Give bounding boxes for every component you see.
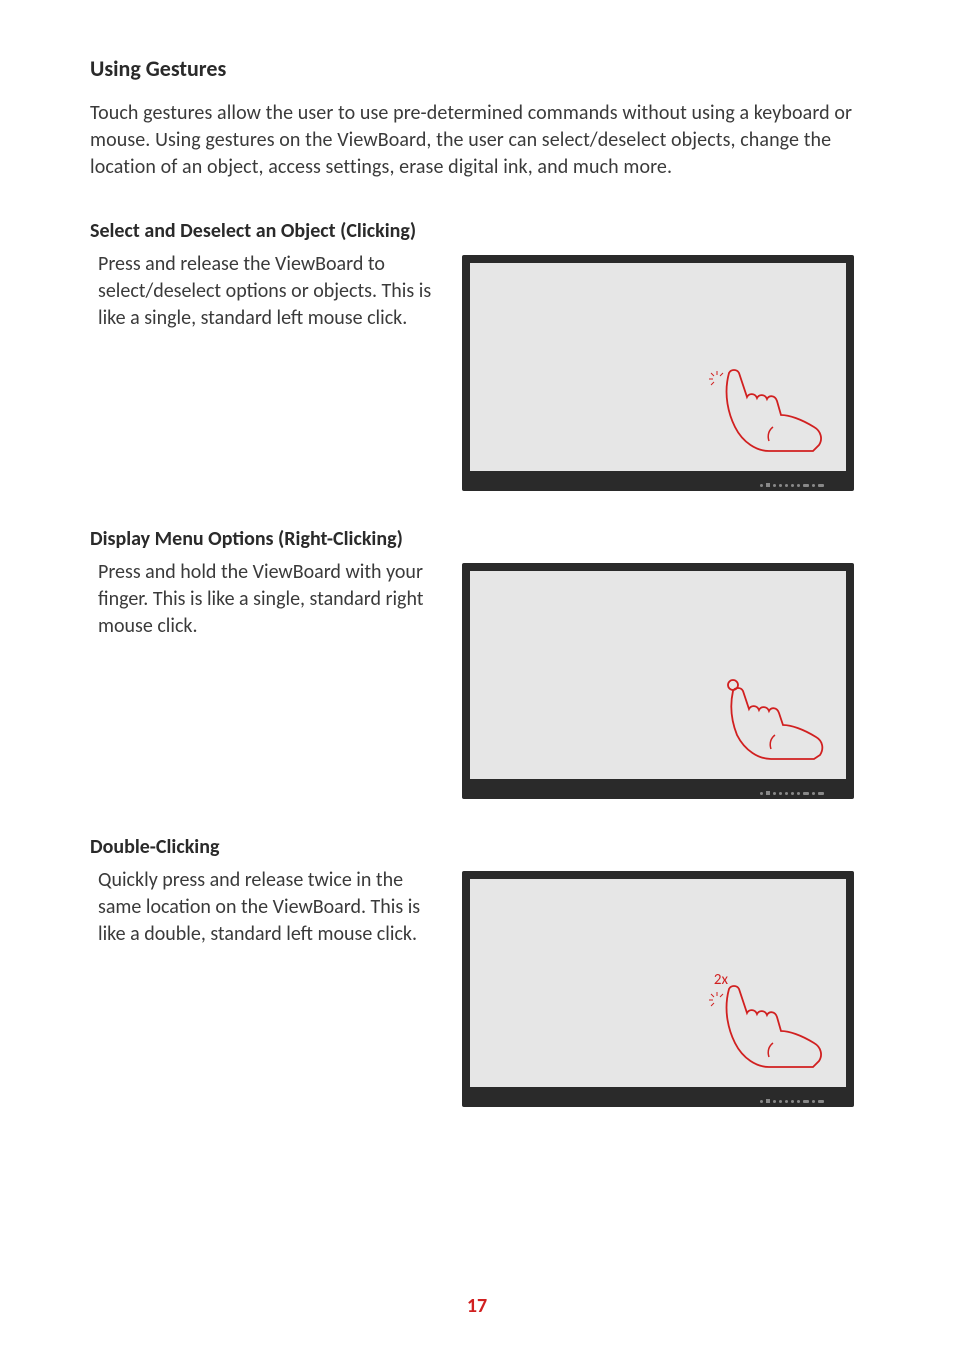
heading-right-click: Display Menu Options (Right-Clicking) — [90, 527, 869, 551]
monitor-controls — [760, 1099, 824, 1103]
illustration-select — [462, 255, 854, 491]
illustration-right-click — [462, 563, 854, 799]
monitor-controls — [760, 791, 824, 795]
body-select-deselect: Press and release the ViewBoard to selec… — [90, 251, 442, 332]
body-double-click: Quickly press and release twice in the s… — [90, 867, 442, 948]
section-row: Press and hold the ViewBoard with your f… — [90, 559, 869, 799]
section-row: Quickly press and release twice in the s… — [90, 867, 869, 1107]
heading-double-click: Double-Clicking — [90, 835, 869, 859]
heading-using-gestures: Using Gestures — [90, 55, 869, 82]
section-row: Press and release the ViewBoard to selec… — [90, 251, 869, 491]
monitor-controls — [760, 483, 824, 487]
heading-select-deselect: Select and Deselect an Object (Clicking) — [90, 219, 869, 243]
body-right-click: Press and hold the ViewBoard with your f… — [90, 559, 442, 640]
tap-hand-icon — [719, 365, 824, 453]
illustration-double-click: 2x — [462, 871, 854, 1107]
page-number: 17 — [467, 1294, 487, 1318]
hold-hand-icon — [719, 673, 824, 761]
doubletap-hand-icon — [719, 981, 824, 1069]
intro-paragraph: Touch gestures allow the user to use pre… — [90, 100, 869, 181]
